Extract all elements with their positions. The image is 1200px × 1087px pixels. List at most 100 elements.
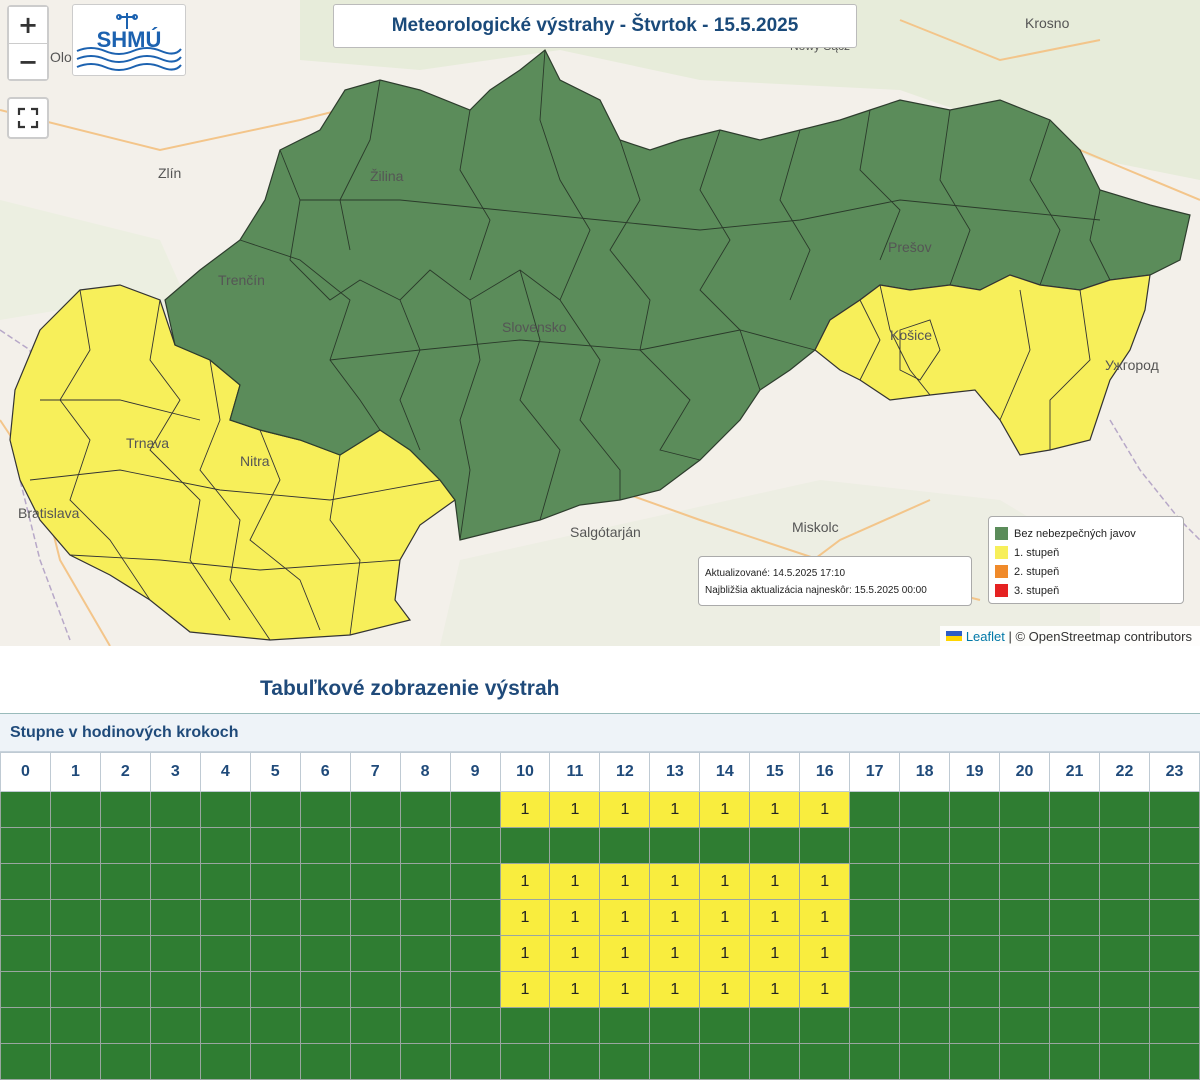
hour-header: 18: [899, 752, 951, 792]
hour-cell: [1098, 899, 1150, 936]
hour-cell: [199, 971, 251, 1008]
hour-cell: 1: [699, 863, 751, 900]
hour-cell: 1: [749, 863, 801, 900]
table-section-title: Tabuľkové zobrazenie výstrah: [260, 677, 560, 700]
hour-cell: 1: [599, 971, 651, 1008]
place-salgotarjan: Salgótarján: [570, 524, 641, 540]
hour-cell: [1098, 1043, 1150, 1080]
hour-cell: [49, 827, 101, 864]
hour-cell: [899, 791, 951, 828]
hour-cell: 1: [799, 899, 851, 936]
hour-cell: [999, 791, 1051, 828]
table-row: [0, 827, 1200, 864]
fullscreen-button[interactable]: [7, 97, 49, 139]
place-zlin: Zlín: [158, 165, 181, 181]
hour-cell: [199, 935, 251, 972]
hour-cell: [1098, 791, 1150, 828]
hour-cell: [49, 899, 101, 936]
hour-cell: [449, 827, 501, 864]
hour-cell: [99, 791, 151, 828]
hour-cell: [299, 863, 351, 900]
hour-cell: [0, 1007, 51, 1044]
warning-map[interactable]: Olo Zlín Žilina Trenčín Trnava Nitra Bra…: [0, 0, 1200, 646]
place-slovensko: Slovensko: [502, 319, 567, 335]
hour-cell: [299, 1043, 351, 1080]
hour-cell: [949, 1007, 1001, 1044]
legend-label: Bez nebezpečných javov: [1014, 527, 1136, 540]
hour-cell: [1148, 935, 1200, 972]
updated-text: Aktualizované: 14.5.2025 17:10: [705, 568, 846, 579]
legend-swatch-level1: [995, 546, 1008, 559]
hour-cell: [349, 1043, 401, 1080]
next-update-text: Najbližšia aktualizácia najneskôr: 15.5.…: [705, 585, 927, 596]
hour-cell: [1049, 971, 1100, 1008]
hour-cell: [149, 791, 201, 828]
hour-cell: [349, 791, 401, 828]
hour-cell: [349, 971, 401, 1008]
hour-cell: [99, 1043, 151, 1080]
hour-cell: [1098, 971, 1150, 1008]
hour-header: 5: [249, 752, 301, 792]
place-miskolc: Miskolc: [792, 519, 839, 535]
place-uzhhorod: Ужгород: [1105, 357, 1159, 373]
hour-cell: [49, 1043, 101, 1080]
hour-cell: [1148, 1043, 1200, 1080]
hour-cell: 1: [649, 863, 701, 900]
hour-cell: [249, 1043, 301, 1080]
hour-cell: 1: [749, 971, 801, 1008]
hour-cell: [549, 1043, 601, 1080]
hour-cell: 1: [599, 791, 651, 828]
place-presov: Prešov: [888, 239, 932, 255]
hour-cell: [99, 935, 151, 972]
hour-header: 23: [1148, 752, 1200, 792]
leaflet-link[interactable]: Leaflet: [966, 629, 1005, 644]
legend-swatch-level2: [995, 565, 1008, 578]
hour-cell: [449, 791, 501, 828]
hour-cell: 1: [749, 791, 801, 828]
hour-cell: 1: [699, 791, 751, 828]
hour-cell: [799, 827, 851, 864]
hour-cell: 1: [699, 935, 751, 972]
warning-rows: 11111111111111111111111111111111111: [0, 791, 1200, 1080]
hour-header: 1: [49, 752, 101, 792]
table-header: Stupne v hodinových krokoch: [0, 714, 1200, 752]
hour-cell: [449, 935, 501, 972]
hour-cell: [299, 791, 351, 828]
zoom-in-button[interactable]: +: [9, 7, 47, 43]
hour-cell: [149, 827, 201, 864]
hour-cell: [199, 1043, 251, 1080]
hour-cell: [949, 899, 1001, 936]
table-row: [0, 1043, 1200, 1080]
hour-cell: [99, 1007, 151, 1044]
hour-cell: [149, 1007, 201, 1044]
hour-cell: 1: [599, 863, 651, 900]
hour-cell: [849, 863, 901, 900]
hour-cell: [0, 863, 51, 900]
hour-cell: [249, 827, 301, 864]
hour-header: 2: [99, 752, 151, 792]
hour-cell: 1: [649, 899, 701, 936]
hour-cell: 1: [749, 899, 801, 936]
table-row: 1111111: [0, 791, 1200, 828]
hour-cell: [449, 899, 501, 936]
legend-swatch-none: [995, 527, 1008, 540]
hour-cell: [749, 1007, 801, 1044]
hour-cell: [449, 1007, 501, 1044]
hour-cell: [499, 1007, 551, 1044]
hour-header: 14: [699, 752, 751, 792]
table-row: [0, 1007, 1200, 1044]
hour-cell: [1148, 1007, 1200, 1044]
place-trencin: Trenčín: [218, 272, 265, 288]
hour-header: 19: [949, 752, 1001, 792]
hour-cell: [549, 827, 601, 864]
zoom-out-button[interactable]: −: [9, 43, 47, 79]
hour-cell: [199, 899, 251, 936]
hour-cell: [199, 863, 251, 900]
ukraine-flag-icon: [945, 631, 962, 641]
hour-cell: [99, 899, 151, 936]
hour-header: 3: [149, 752, 201, 792]
hour-cell: [149, 935, 201, 972]
hour-cell: [1148, 791, 1200, 828]
hour-cell: 1: [499, 791, 551, 828]
hour-cell: [399, 1007, 451, 1044]
